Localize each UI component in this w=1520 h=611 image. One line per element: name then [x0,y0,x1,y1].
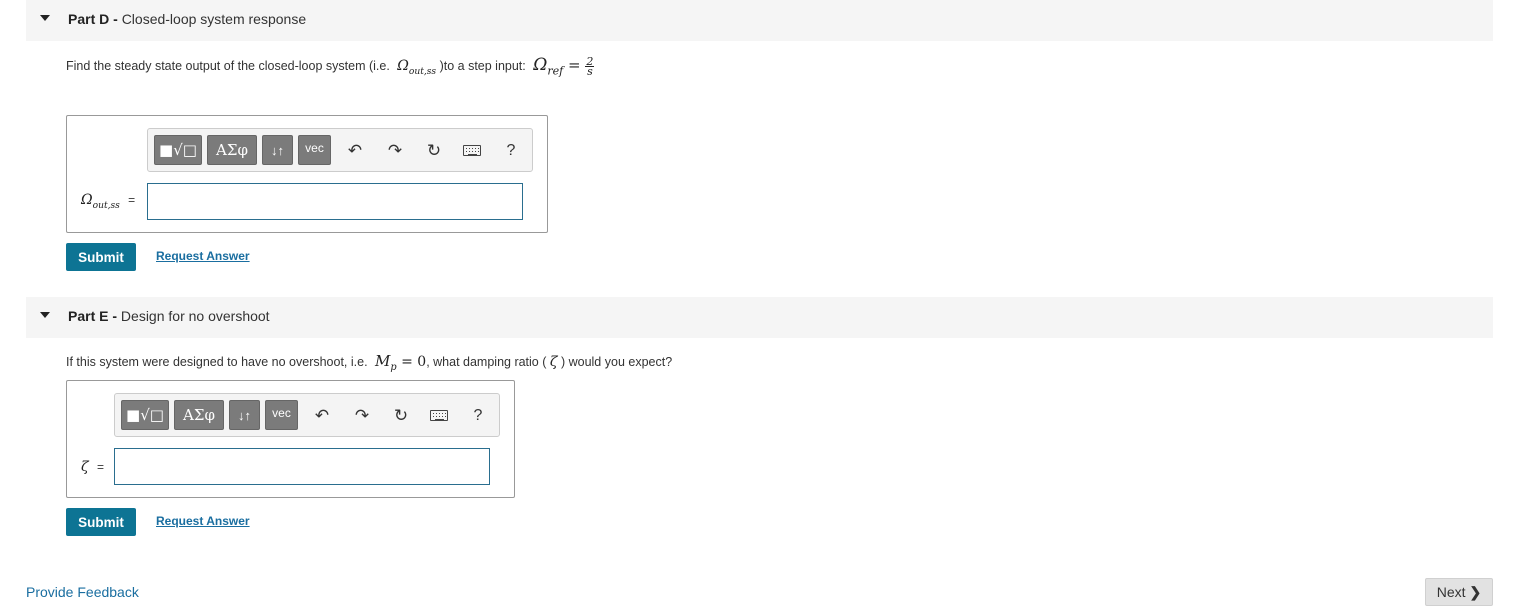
subscript-superscript-button[interactable]: ↓↑ [229,400,260,430]
templates-button[interactable]: ■√□ [154,135,202,165]
part-e-variable-label: ζ = [81,459,104,475]
part-d-header[interactable]: Part D - Closed-loop system response [26,0,1493,41]
provide-feedback-link[interactable]: Provide Feedback [26,584,139,600]
part-e-question: If this system were designed to have no … [66,352,673,373]
keyboard-icon[interactable] [463,145,481,156]
part-e-answer-input[interactable] [114,448,490,485]
help-button[interactable]: ? [468,406,488,426]
reset-icon[interactable]: ↻ [391,406,411,426]
part-e-answer-box: ■√□ ΑΣφ ↓↑ vec ↶ ↷ ↻ ? ζ = [66,380,515,498]
collapse-caret-icon[interactable] [40,15,50,21]
collapse-caret-icon[interactable] [40,312,50,318]
undo-icon[interactable]: ↶ [345,141,365,161]
undo-icon[interactable]: ↶ [312,406,332,426]
vector-button[interactable]: vec [265,400,298,430]
vector-button[interactable]: vec [298,135,331,165]
part-d-submit-button[interactable]: Submit [66,243,136,271]
part-d-title: Part D - Closed-loop system response [68,11,307,27]
math-toolbar: ■√□ ΑΣφ ↓↑ vec ↶ ↷ ↻ ? [147,128,533,172]
keyboard-icon[interactable] [430,410,448,421]
help-button[interactable]: ? [501,141,521,161]
reset-icon[interactable]: ↻ [424,141,444,161]
part-d-request-answer-link[interactable]: Request Answer [156,249,250,263]
redo-icon[interactable]: ↷ [385,141,405,161]
greek-symbols-button[interactable]: ΑΣφ [174,400,224,430]
part-e-request-answer-link[interactable]: Request Answer [156,514,250,528]
math-toolbar: ■√□ ΑΣφ ↓↑ vec ↶ ↷ ↻ ? [114,393,500,437]
redo-icon[interactable]: ↷ [352,406,372,426]
subscript-superscript-button[interactable]: ↓↑ [262,135,293,165]
part-d-answer-input[interactable] [147,183,523,220]
next-button[interactable]: Next ❯ [1425,578,1493,606]
chevron-right-icon: ❯ [1469,583,1482,600]
part-e-title: Part E - Design for no overshoot [68,308,270,324]
part-d-variable-label: Ωout,ss = [81,192,136,211]
templates-button[interactable]: ■√□ [121,400,169,430]
part-e-submit-button[interactable]: Submit [66,508,136,536]
fraction-two-over-s: 2s [585,55,595,79]
part-d-answer-box: ■√□ ΑΣφ ↓↑ vec ↶ ↷ ↻ ? Ωout,ss = [66,115,548,233]
part-e-header[interactable]: Part E - Design for no overshoot [26,297,1493,338]
next-label: Next [1436,584,1466,600]
greek-symbols-button[interactable]: ΑΣφ [207,135,257,165]
part-d-question: Find the steady state output of the clos… [66,55,595,79]
